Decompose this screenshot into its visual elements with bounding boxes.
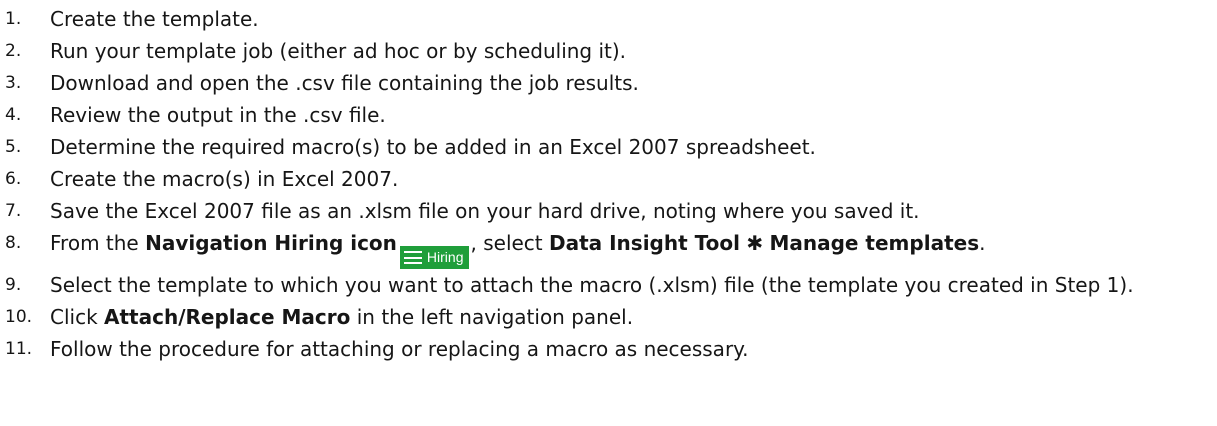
navigation-hiring-icon-label: Navigation Hiring icon	[145, 231, 397, 255]
step-text: Download and open the .csv file containi…	[50, 71, 639, 95]
step-text: From the Navigation Hiring icon Hiring , s…	[50, 227, 985, 269]
step-number: 6.	[5, 169, 22, 189]
step-number: 9.	[5, 275, 22, 295]
step-11: 11. Follow the procedure for attaching o…	[0, 333, 1217, 365]
step-text-suffix: .	[979, 231, 986, 255]
step-text-suffix: in the left navigation panel.	[350, 305, 634, 329]
step-text: Determine the required macro(s) to be ad…	[50, 135, 816, 159]
data-insight-tool-label: Data Insight Tool	[549, 231, 740, 255]
step-number: 10.	[5, 307, 33, 327]
step-number: 4.	[5, 105, 22, 125]
step-text: Select the template to which you want to…	[50, 273, 1134, 297]
step-10: 10. Click Attach/Replace Macro in the le…	[0, 301, 1217, 333]
menu-separator-icon: ✱	[746, 231, 764, 255]
step-text: Run your template job (either ad hoc or …	[50, 39, 627, 63]
step-number: 2.	[5, 41, 22, 61]
step-number: 5.	[5, 137, 22, 157]
step-text-prefix: Click	[50, 305, 105, 329]
step-number: 1.	[5, 9, 22, 29]
step-text-prefix: From the	[50, 231, 146, 255]
manage-templates-label: Manage templates	[769, 231, 980, 255]
step-text: Click Attach/Replace Macro in the left n…	[50, 301, 633, 333]
hiring-navigation-button[interactable]: Hiring	[399, 246, 469, 269]
step-number: 11.	[5, 339, 33, 359]
step-6: 6. Create the macro(s) in Excel 2007.	[0, 163, 1217, 195]
step-5: 5. Determine the required macro(s) to be…	[0, 131, 1217, 163]
step-text: Create the template.	[50, 7, 259, 31]
step-1: 1. Create the template.	[0, 3, 1217, 35]
hiring-button-label: Hiring	[426, 249, 464, 265]
step-7: 7. Save the Excel 2007 file as an .xlsm …	[0, 195, 1217, 227]
procedure-steps-list: 1. Create the template. 2. Run your temp…	[0, 3, 1217, 365]
step-number: 3.	[5, 73, 22, 93]
step-8: 8. From the Navigation Hiring icon Hiring…	[0, 227, 1217, 269]
step-3: 3. Download and open the .csv file conta…	[0, 67, 1217, 99]
step-number: 8.	[5, 233, 22, 253]
step-number: 7.	[5, 201, 22, 221]
step-9: 9. Select the template to which you want…	[0, 269, 1217, 301]
hamburger-menu-icon	[403, 251, 422, 264]
step-text: Create the macro(s) in Excel 2007.	[50, 167, 399, 191]
step-text: Follow the procedure for attaching or re…	[50, 337, 749, 361]
step-text: Save the Excel 2007 file as an .xlsm fil…	[50, 199, 920, 223]
step-4: 4. Review the output in the .csv file.	[0, 99, 1217, 131]
attach-replace-macro-label: Attach/Replace Macro	[104, 305, 351, 329]
step-text: Review the output in the .csv file.	[50, 103, 386, 127]
step-text-middle: , select	[470, 231, 549, 255]
step-2: 2. Run your template job (either ad hoc …	[0, 35, 1217, 67]
